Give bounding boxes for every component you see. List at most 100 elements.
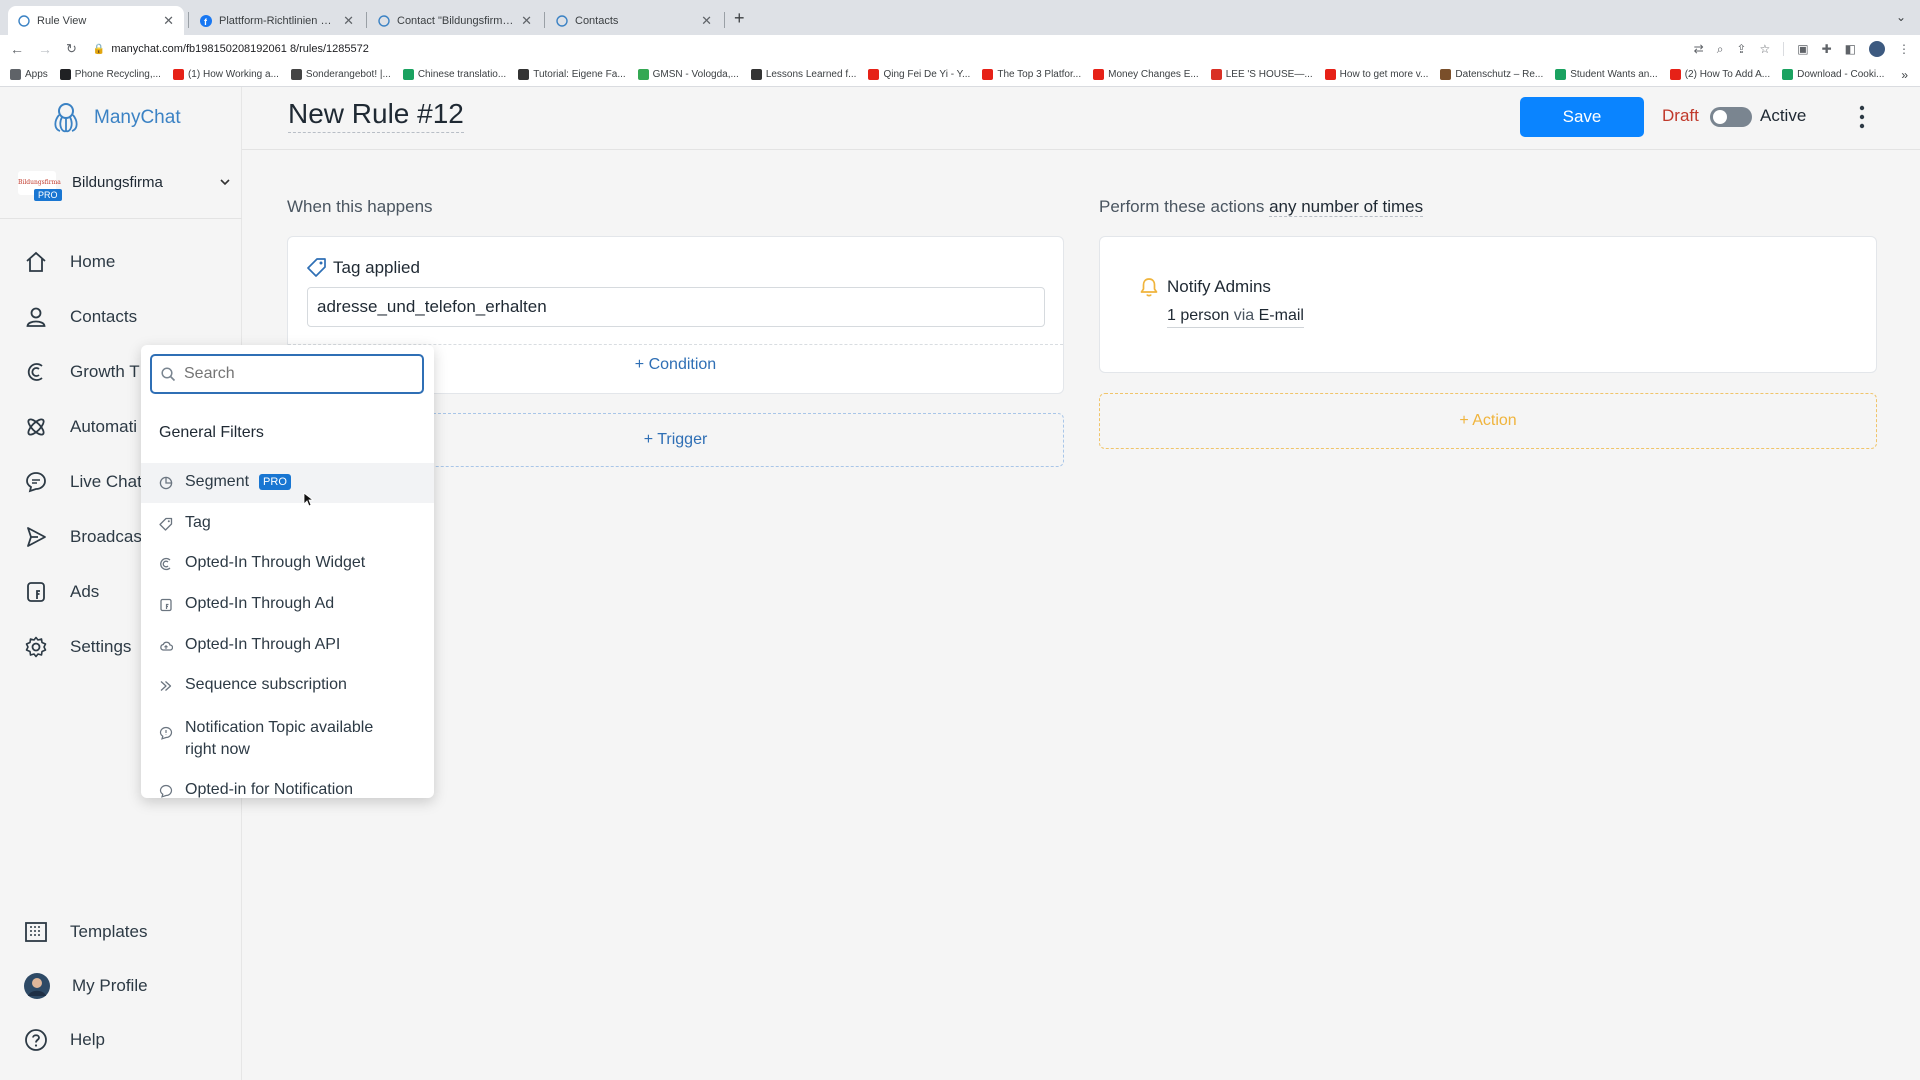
- bookmark-item[interactable]: Download - Cooki...: [1782, 69, 1884, 80]
- bookmark-label: (2) How To Add A...: [1684, 69, 1771, 80]
- lock-icon: 🔒: [92, 43, 106, 55]
- sidebar-item-broadcasting[interactable]: Broadcas: [24, 525, 142, 549]
- bookmark-star-icon[interactable]: ☆: [1759, 42, 1770, 56]
- sidebar-item-contacts[interactable]: Contacts: [24, 305, 137, 329]
- bookmark-favicon-icon: [637, 69, 649, 80]
- browser-tab-rule-view[interactable]: Rule View ✕: [8, 6, 184, 35]
- browser-tab-bar: Rule View ✕ f Plattform-Richtlinien – Üb…: [0, 0, 1920, 35]
- zoom-icon[interactable]: ⌕: [1717, 42, 1724, 57]
- browser-profile-avatar[interactable]: [1869, 41, 1885, 57]
- bookmark-item[interactable]: Qing Fei De Yi - Y...: [868, 69, 970, 80]
- close-icon[interactable]: ✕: [701, 13, 712, 29]
- close-icon[interactable]: ✕: [163, 13, 174, 29]
- save-button[interactable]: Save: [1520, 97, 1644, 137]
- repeat-mode-selector[interactable]: any number of times: [1269, 197, 1424, 217]
- filter-item-notification-optin[interactable]: Opted-in for Notification: [141, 781, 434, 798]
- close-icon[interactable]: ✕: [343, 13, 354, 29]
- forward-icon[interactable]: →: [38, 41, 52, 57]
- sidebar-item-help[interactable]: Help: [24, 1028, 105, 1052]
- ad-icon: [160, 598, 172, 612]
- filter-item-label: Segment: [185, 473, 250, 490]
- bookmark-item[interactable]: Money Changes E...: [1093, 69, 1199, 80]
- filter-item-ad[interactable]: Opted-In Through Ad: [141, 595, 434, 613]
- trigger-section-label: When this happens: [287, 197, 433, 216]
- channel-text: E-mail: [1258, 307, 1304, 324]
- pro-badge: PRO: [34, 189, 62, 201]
- sidebar-item-home[interactable]: Home: [24, 250, 115, 274]
- filter-item-label: Tag: [185, 514, 211, 531]
- actions-label-prefix: Perform these actions: [1099, 197, 1270, 216]
- rule-editor: New Rule #12 Save Draft Active When this…: [242, 87, 1920, 1080]
- sidebar-item-growth-tools[interactable]: Growth T: [24, 360, 140, 384]
- bookmark-favicon-icon: [59, 69, 71, 80]
- bookmark-item[interactable]: Lessons Learned f...: [750, 69, 856, 80]
- bookmark-favicon-icon: [290, 69, 302, 80]
- bookmark-item[interactable]: Student Wants an...: [1555, 69, 1658, 80]
- sidebar-item-label: Contacts: [70, 307, 138, 326]
- action-detail: 1 person via E-mail: [1167, 307, 1304, 328]
- search-input-wrapper[interactable]: [150, 354, 424, 394]
- bookmark-label: Sonderangebot! |...: [305, 69, 391, 80]
- facebook-extension-icon[interactable]: ▣: [1797, 42, 1808, 56]
- browser-menu-icon[interactable]: ⋮: [1898, 42, 1910, 56]
- search-input[interactable]: [184, 362, 414, 386]
- extensions-icon[interactable]: ✚: [1822, 42, 1832, 56]
- page-title[interactable]: New Rule #12: [288, 98, 464, 133]
- bookmark-item[interactable]: LEE 'S HOUSE—...: [1210, 69, 1313, 80]
- segment-icon: [159, 476, 173, 490]
- tag-icon: [159, 517, 173, 531]
- filter-item-tag[interactable]: Tag: [141, 514, 434, 532]
- bookmark-item[interactable]: (2) How To Add A...: [1669, 69, 1771, 80]
- bookmark-item[interactable]: Phone Recycling,...: [59, 69, 161, 80]
- manychat-logo[interactable]: ManyChat: [48, 101, 181, 135]
- sidebar-item-live-chat[interactable]: Live Chat: [24, 470, 142, 494]
- bookmark-item[interactable]: Datenschutz – Re...: [1440, 69, 1543, 80]
- close-icon[interactable]: ✕: [521, 13, 532, 29]
- bookmark-favicon-icon: [518, 69, 530, 80]
- tab-title: Plattform-Richtlinien – Übersi...: [219, 14, 336, 27]
- sidebar-item-ads[interactable]: Ads: [24, 580, 99, 604]
- browser-tab-contacts[interactable]: Contacts ✕: [546, 6, 722, 35]
- bookmark-label: Student Wants an...: [1570, 69, 1658, 80]
- filter-item-segment[interactable]: Segment PRO: [141, 463, 434, 503]
- sidebar-item-templates[interactable]: Templates: [24, 920, 147, 944]
- filter-item-widget[interactable]: Opted-In Through Widget: [141, 554, 434, 572]
- translate-icon[interactable]: ⇄: [1694, 42, 1704, 56]
- browser-tab-plattform[interactable]: f Plattform-Richtlinien – Übersi... ✕: [190, 6, 364, 35]
- filter-item-label: Opted-In Through Widget: [185, 554, 366, 571]
- tag-select[interactable]: adresse_und_telefon_erhalten: [307, 287, 1045, 327]
- browser-tab-contact[interactable]: Contact "Bildungsfirma" throu... ✕: [368, 6, 542, 35]
- back-icon[interactable]: ←: [10, 41, 24, 57]
- bookmark-label: Download - Cooki...: [1797, 69, 1885, 80]
- bookmark-item[interactable]: How to get more v...: [1324, 69, 1428, 80]
- bookmarks-overflow-icon[interactable]: »: [1901, 68, 1908, 82]
- reload-icon[interactable]: ↻: [66, 41, 77, 57]
- sidebar-item-automation[interactable]: Automati: [24, 415, 137, 439]
- bookmark-label: Phone Recycling,...: [74, 69, 161, 80]
- active-toggle[interactable]: [1710, 107, 1752, 127]
- bookmark-item[interactable]: Tutorial: Eigene Fa...: [518, 69, 626, 80]
- bookmark-item[interactable]: Chinese translatio...: [402, 69, 506, 80]
- bookmark-item[interactable]: GMSN - Vologda,...: [637, 69, 739, 80]
- bookmark-item[interactable]: Sonderangebot! |...: [290, 69, 391, 80]
- add-action-button[interactable]: + Action: [1099, 393, 1877, 449]
- sidebar-item-settings[interactable]: Settings: [24, 635, 131, 659]
- sidepanel-icon[interactable]: ◧: [1845, 42, 1856, 56]
- filter-item-notification-topic[interactable]: Notification Topic available right now: [141, 717, 434, 761]
- tab-search-icon[interactable]: ⌄: [1896, 10, 1906, 24]
- action-card[interactable]: Notify Admins 1 person via E-mail: [1099, 236, 1877, 373]
- new-tab-icon[interactable]: +: [734, 8, 745, 29]
- more-options-icon[interactable]: [1859, 104, 1865, 130]
- filter-item-sequence[interactable]: Sequence subscription: [141, 676, 434, 694]
- bookmark-item[interactable]: (1) How Working a...: [172, 69, 279, 80]
- bookmark-apps[interactable]: Apps: [10, 69, 48, 80]
- action-title: Notify Admins: [1167, 277, 1271, 296]
- sidebar-item-label: Live Chat: [70, 472, 142, 491]
- manychat-favicon-icon: [556, 14, 568, 27]
- bookmark-item[interactable]: The Top 3 Platfor...: [982, 69, 1081, 80]
- share-icon[interactable]: ⇪: [1736, 42, 1746, 56]
- filter-item-api[interactable]: Opted-In Through API: [141, 636, 434, 654]
- sidebar-item-my-profile[interactable]: My Profile: [24, 973, 148, 999]
- url-field[interactable]: manychat.com/fb198150208192061 8/rules/1…: [111, 43, 368, 55]
- account-switcher[interactable]: Bildungsfirma PRO Bildungsfirma: [18, 169, 233, 211]
